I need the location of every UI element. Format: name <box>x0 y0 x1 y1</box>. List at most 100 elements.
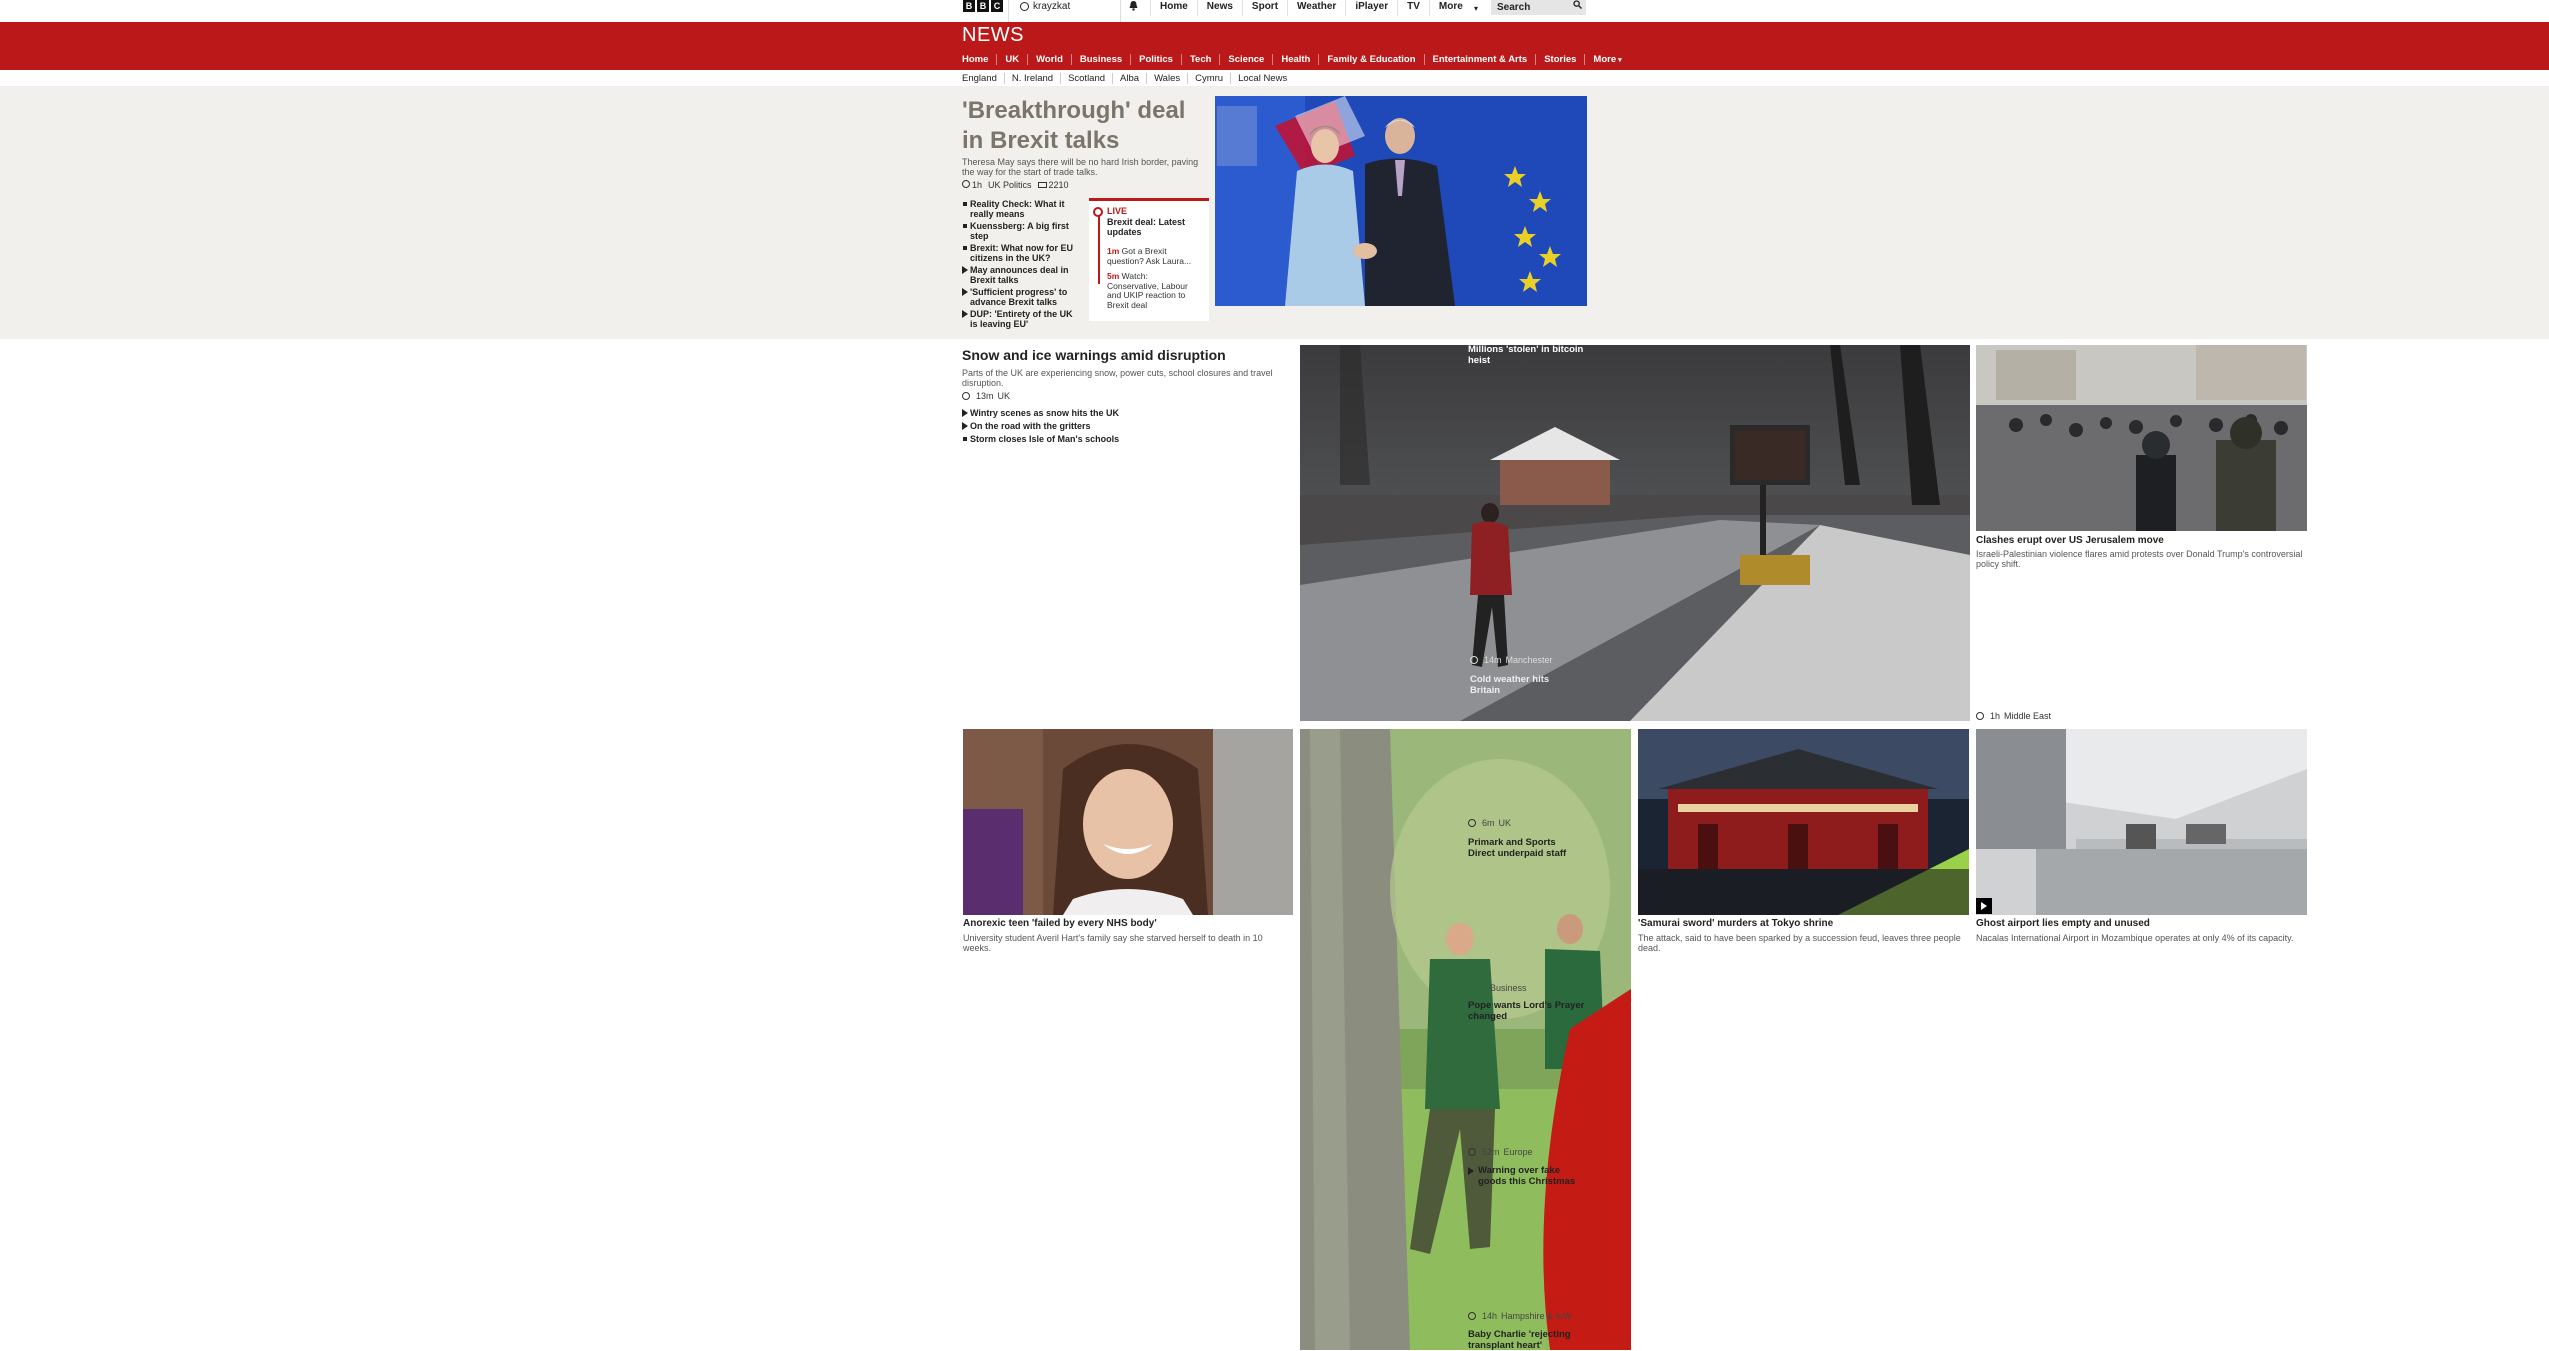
region-subnav: England N. Ireland Scotland Alba Wales C… <box>962 73 1294 84</box>
play-icon <box>1981 902 1987 910</box>
pope-meta: Business <box>1490 983 1527 993</box>
related-link[interactable]: Wintry scenes as snow hits the UK <box>962 408 1162 418</box>
nav-more[interactable]: More <box>1428 0 1487 16</box>
live-entry[interactable]: 1m Got a Brexit question? Ask Laura... <box>1107 246 1202 266</box>
airport-image[interactable] <box>1976 729 2307 915</box>
related-link[interactable]: Storm closes Isle of Man's schools <box>962 434 1162 444</box>
airport-headline[interactable]: Ghost airport lies empty and unused <box>1976 918 2150 929</box>
fake-goods-meta: 52m Europe <box>1468 1147 1533 1157</box>
clock-icon <box>1468 1148 1476 1156</box>
news-nav-uk[interactable]: UK <box>996 54 1027 65</box>
snow-headline[interactable]: Snow and ice warnings amid disruption <box>962 347 1226 363</box>
search-input[interactable]: Search <box>1491 0 1586 15</box>
search-icon[interactable] <box>1573 0 1582 12</box>
clock-icon <box>1470 656 1478 664</box>
subnav-wales[interactable]: Wales <box>1146 73 1187 84</box>
snow-summary: Parts of the UK are experiencing snow, p… <box>962 368 1273 388</box>
news-nav-health[interactable]: Health <box>1272 54 1318 65</box>
bbc-logo[interactable]: B B C <box>963 0 1003 12</box>
snow-image[interactable] <box>1300 345 1970 721</box>
play-icon <box>962 266 968 274</box>
news-title[interactable]: NEWS <box>962 24 1024 47</box>
play-icon <box>1468 1167 1474 1175</box>
fake-goods-story-link[interactable]: Warning over fake goods this Christmas <box>1468 1165 1588 1187</box>
bitcoin-story-link[interactable]: Millions 'stolen' in bitcoin heist <box>1468 344 1588 366</box>
related-link[interactable]: Kuenssberg: A big first step <box>962 221 1082 241</box>
subnav-cymru[interactable]: Cymru <box>1187 73 1230 84</box>
snow-overlay-link[interactable]: Cold weather hits Britain <box>1470 674 1570 696</box>
snow-overlay-meta: 14m Manchester <box>1470 655 1553 665</box>
jerusalem-meta: 1h Middle East <box>1976 711 2051 721</box>
news-nav-science[interactable]: Science <box>1219 54 1272 65</box>
jerusalem-image[interactable] <box>1976 345 2307 531</box>
subnav-england[interactable]: England <box>962 73 1004 84</box>
notification-bell-icon[interactable] <box>1128 0 1142 14</box>
news-nav-family-education[interactable]: Family & Education <box>1318 54 1423 65</box>
charlie-story-link[interactable]: Baby Charlie 'rejecting transplant heart… <box>1468 1329 1588 1351</box>
play-icon <box>962 310 968 318</box>
chevron-down-icon: ▾ <box>1616 57 1622 64</box>
live-title[interactable]: Brexit deal: Latest updates <box>1107 217 1202 237</box>
related-link[interactable]: On the road with the gritters <box>962 421 1162 431</box>
samurai-image[interactable] <box>1638 729 1969 915</box>
jerusalem-summary: Israeli-Palestinian violence flares amid… <box>1976 549 2303 569</box>
nav-sport[interactable]: Sport <box>1241 0 1287 16</box>
jerusalem-section-link[interactable]: Middle East <box>2004 711 2051 721</box>
related-link[interactable]: 'Sufficient progress' to advance Brexit … <box>962 287 1082 307</box>
live-icon <box>1093 207 1103 217</box>
live-entry[interactable]: 5m Watch: Conservative, Labour and UKIP … <box>1107 271 1202 310</box>
snow-section-link[interactable]: UK <box>998 391 1011 401</box>
news-nav-politics[interactable]: Politics <box>1130 54 1181 65</box>
nhs-headline[interactable]: Anorexic teen 'failed by every NHS body' <box>963 918 1157 929</box>
nav-news[interactable]: News <box>1196 0 1242 16</box>
charlie-meta: 14h Hampshire & IoW <box>1468 1311 1572 1321</box>
related-link[interactable]: DUP: 'Entirety of the UK is leaving EU' <box>962 309 1082 329</box>
news-nav-business[interactable]: Business <box>1070 54 1130 65</box>
hero-image[interactable] <box>1215 96 1587 306</box>
related-link[interactable]: May announces deal in Brexit talks <box>962 265 1082 285</box>
nav-tv[interactable]: TV <box>1397 0 1429 16</box>
primark-story-link[interactable]: Primark and Sports Direct underpaid staf… <box>1468 837 1578 859</box>
bullet-icon <box>963 437 967 441</box>
hero-section-link[interactable]: UK Politics <box>988 180 1032 190</box>
news-nav-entertainment[interactable]: Entertainment & Arts <box>1423 54 1536 65</box>
clock-icon <box>1468 1312 1476 1320</box>
bullet-icon <box>963 246 967 250</box>
nav-weather[interactable]: Weather <box>1287 0 1345 16</box>
jerusalem-headline[interactable]: Clashes erupt over US Jerusalem move <box>1976 535 2164 546</box>
play-icon <box>962 409 968 417</box>
feature-image[interactable] <box>1300 729 1631 1350</box>
live-timeline <box>1098 214 1100 284</box>
nav-iplayer[interactable]: iPlayer <box>1345 0 1397 16</box>
hero-meta: 1h UK Politics 2210 <box>962 180 1069 190</box>
nav-home[interactable]: Home <box>1150 0 1197 16</box>
news-nav: Home UK World Business Politics Tech Sci… <box>962 54 1630 65</box>
primark-meta: 6m UK <box>1468 818 1511 828</box>
clock-icon <box>962 180 970 188</box>
clock-icon <box>962 392 970 400</box>
samurai-summary: The attack, said to have been sparked by… <box>1638 933 1961 953</box>
news-nav-more[interactable]: More ▾ <box>1584 54 1629 65</box>
subnav-alba[interactable]: Alba <box>1112 73 1146 84</box>
bullet-icon <box>963 224 967 228</box>
pope-story-link[interactable]: Pope wants Lord's Prayer changed <box>1468 1000 1588 1022</box>
account-link[interactable]: krayzkat <box>1020 1 1070 12</box>
divider <box>1008 0 1009 22</box>
nhs-image[interactable] <box>963 729 1293 915</box>
samurai-headline[interactable]: 'Samurai sword' murders at Tokyo shrine <box>1638 918 1833 929</box>
related-link[interactable]: Brexit: What now for EU citizens in the … <box>962 243 1082 263</box>
news-nav-world[interactable]: World <box>1027 54 1071 65</box>
news-nav-home[interactable]: Home <box>962 54 996 65</box>
news-nav-tech[interactable]: Tech <box>1180 54 1219 65</box>
news-nav-stories[interactable]: Stories <box>1535 54 1584 65</box>
subnav-n-ireland[interactable]: N. Ireland <box>1003 73 1060 84</box>
airport-summary: Nacalas International Airport in Mozambi… <box>1976 933 2294 943</box>
live-label: LIVE <box>1107 206 1128 216</box>
subnav-scotland[interactable]: Scotland <box>1060 73 1112 84</box>
hero-headline[interactable]: 'Breakthrough' deal in Brexit talks <box>962 96 1212 156</box>
subnav-local-news[interactable]: Local News <box>1230 73 1294 84</box>
play-icon <box>962 422 968 430</box>
comment-count[interactable]: 2210 <box>1049 180 1069 190</box>
comment-icon <box>1037 182 1047 188</box>
related-link[interactable]: Reality Check: What it really means <box>962 199 1082 219</box>
